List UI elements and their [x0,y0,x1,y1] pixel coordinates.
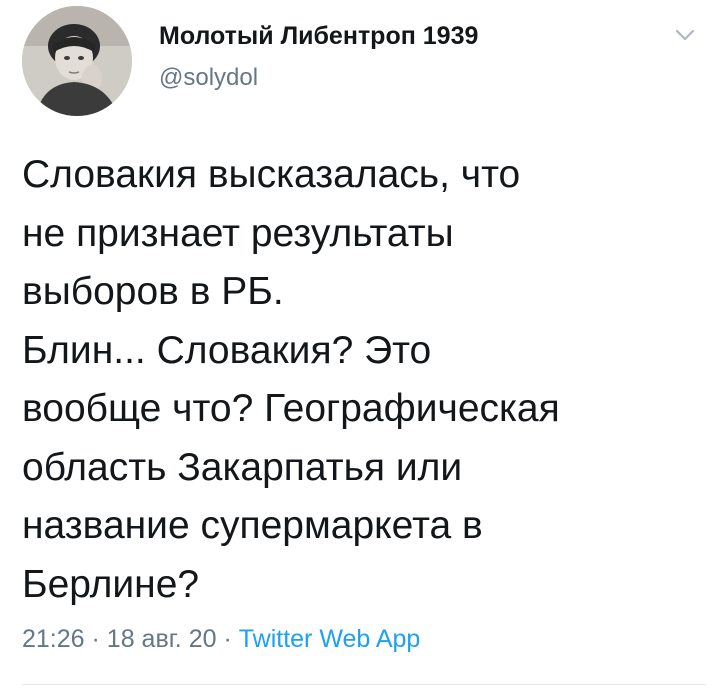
tweet-text: Словакия высказалась, что не признает ре… [22,153,560,606]
author-display-name[interactable]: Молотый Либентроп 1939 [159,22,478,51]
avatar-photo [22,6,132,116]
tweet-source-link[interactable]: Twitter Web App [239,625,421,653]
chevron-down-icon[interactable] [672,24,698,46]
tweet-time[interactable]: 21:26 [22,625,85,653]
divider [22,684,706,685]
tweet-metadata: 21:26 · 18 авг. 20 · Twitter Web App [22,625,420,654]
avatar[interactable] [22,6,132,116]
meta-separator: · [223,625,232,653]
tweet-date[interactable]: 18 авг. 20 [107,625,217,653]
meta-separator: · [91,625,100,653]
tweet: Молотый Либентроп 1939 @solydol Словакия… [0,0,720,689]
author-handle[interactable]: @solydol [159,64,258,92]
